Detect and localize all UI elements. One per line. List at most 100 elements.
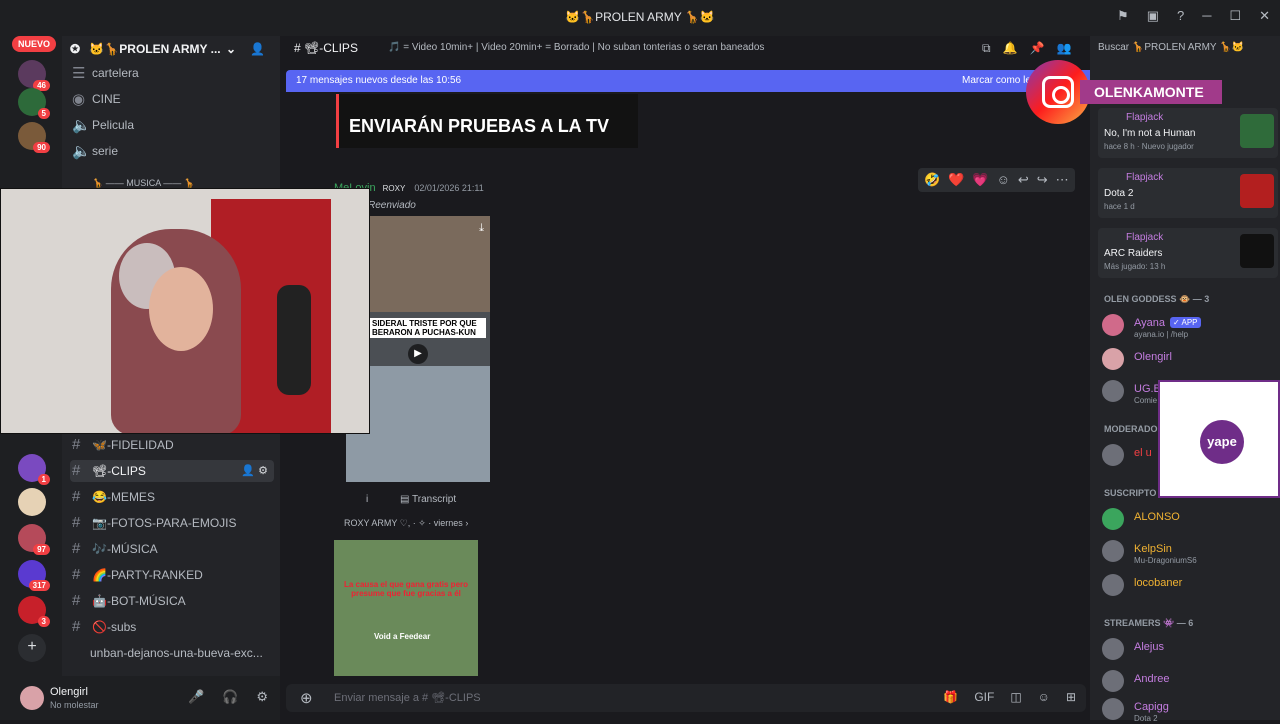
- microphone-icon[interactable]: 🎤: [188, 689, 204, 705]
- embed-thumbnail[interactable]: ENVIARÁN PRUEBAS A LA TV: [336, 94, 638, 148]
- more-icon[interactable]: ⋯: [1056, 172, 1069, 188]
- avatar: [1102, 574, 1124, 596]
- info-icon[interactable]: i: [366, 494, 368, 505]
- headphones-icon[interactable]: 🎧: [222, 689, 238, 705]
- members-icon[interactable]: 👥: [1056, 41, 1071, 56]
- member-item[interactable]: Alejus: [1102, 638, 1276, 664]
- add-server-icon[interactable]: +: [18, 634, 46, 662]
- transcript-button[interactable]: ▤ Transcript: [400, 494, 456, 505]
- flag-icon[interactable]: ⚑: [1117, 8, 1129, 24]
- message-actions: 🤣 ❤️ 💗 ☺ ↩ ↪ ⋯: [918, 168, 1075, 192]
- qr-code: yape: [1158, 380, 1280, 498]
- server-icon-5[interactable]: 97: [18, 524, 50, 555]
- channel-clips[interactable]: # 📽-CLIPS 👤 ⚙: [70, 460, 274, 482]
- search-input[interactable]: Buscar 🦒PROLEN ARMY 🦒🐱: [1098, 42, 1272, 53]
- channel-cine[interactable]: ◉ CINE: [70, 88, 274, 110]
- server-icon-4[interactable]: 1: [18, 454, 50, 485]
- avatar[interactable]: [20, 686, 44, 710]
- channel-subs[interactable]: # 🚫-subs: [70, 616, 274, 638]
- activity-card[interactable]: Flapjack No, I'm not a Human hace 8 h · …: [1098, 108, 1278, 158]
- member-item[interactable]: Ayana ✓ APP ayana.io | /help: [1102, 314, 1276, 340]
- server-icon-3[interactable]: 90: [18, 122, 50, 153]
- member-item[interactable]: KelpSin Mu-DragoniumS6: [1102, 540, 1276, 566]
- new-messages-text: 17 mensajes nuevos desde las 10:56: [296, 75, 462, 86]
- server-icon-7[interactable]: 3: [18, 596, 50, 627]
- hash-icon: #: [72, 566, 81, 583]
- add-user-icon[interactable]: 👤: [250, 42, 265, 56]
- member-list: Buscar 🦒PROLEN ARMY 🦒🐱 Flapjack No, I'm …: [1090, 36, 1280, 723]
- chevron-down-icon[interactable]: ⌄: [226, 42, 236, 56]
- help-icon[interactable]: ?: [1177, 8, 1184, 24]
- new-messages-bar[interactable]: 17 mensajes nuevos desde las 10:56 Marca…: [286, 70, 1098, 92]
- apps-icon[interactable]: ⊞: [1066, 690, 1076, 704]
- channel-label: 🦋-FIDELIDAD: [92, 438, 174, 452]
- channel-memes[interactable]: # 😂-MEMES: [70, 486, 274, 508]
- title-bar: 🐱🦒PROLEN ARMY 🦒🐱 ⚑ ▣ ? ─ ☐ ✕: [0, 0, 1280, 36]
- channel-unban[interactable]: unban-dejanos-una-bueva-exc...: [70, 642, 274, 664]
- reply-icon[interactable]: ↩: [1018, 172, 1029, 188]
- forward-source[interactable]: ROXY ARMY ♡, · ✧ · viernes ›: [344, 518, 468, 529]
- member-item[interactable]: Olengirl: [1102, 348, 1276, 374]
- reaction-pink-heart[interactable]: 💗: [972, 172, 988, 188]
- composer-toolbar: 🎁 GIF ◫ ☺ ⊞: [943, 690, 1076, 704]
- server-icon-2[interactable]: 5: [18, 88, 50, 119]
- server-header[interactable]: ✪ 🐱🦒PROLEN ARMY ... ⌄ 👤: [62, 36, 280, 62]
- gear-icon[interactable]: ⚙: [256, 689, 268, 705]
- threads-icon[interactable]: ⧉: [982, 41, 991, 56]
- header-toolbar: ⧉ 🔔 📌 👥: [982, 41, 1071, 56]
- video-caption: SIDERAL TRISTE POR QUE BERARON A PUCHAS-…: [370, 318, 486, 338]
- add-reaction-icon[interactable]: ☺: [997, 172, 1010, 188]
- channel-party-ranked[interactable]: # 🌈-PARTY-RANKED: [70, 564, 274, 586]
- channel-topic[interactable]: 🎵 = Video 10min+ | Video 20min+ = Borrad…: [388, 42, 764, 53]
- member-item[interactable]: Andree: [1102, 670, 1276, 696]
- channel-settings-icon[interactable]: 👤 ⚙: [241, 464, 268, 477]
- sticker-icon[interactable]: ◫: [1010, 690, 1021, 704]
- member-item[interactable]: ALONSO: [1102, 508, 1276, 534]
- server-icon-1[interactable]: 46: [18, 60, 50, 91]
- server-icon-olengirl[interactable]: [18, 488, 46, 516]
- channel-serie[interactable]: 🔈 serie: [70, 140, 274, 162]
- download-icon[interactable]: ⤓: [479, 222, 484, 235]
- reaction-laugh[interactable]: 🤣: [924, 172, 940, 188]
- bell-icon[interactable]: 🔔: [1003, 41, 1018, 56]
- gift-icon[interactable]: 🎁: [943, 690, 958, 704]
- activity-game: No, I'm not a Human: [1104, 128, 1196, 139]
- activity-card[interactable]: Flapjack Dota 2 hace 1 d: [1098, 168, 1278, 218]
- inbox-icon[interactable]: ▣: [1147, 8, 1159, 24]
- emoji-icon[interactable]: ☺: [1038, 690, 1050, 704]
- forward-icon[interactable]: ↪: [1037, 172, 1048, 188]
- server-icon-6[interactable]: 317: [18, 560, 50, 591]
- pin-icon[interactable]: 📌: [1030, 41, 1045, 56]
- transcript-label: Transcript: [412, 494, 457, 505]
- author-tag: ROXY: [382, 184, 406, 193]
- maximize-icon[interactable]: ☐: [1229, 8, 1241, 24]
- reaction-heart[interactable]: ❤️: [948, 172, 964, 188]
- close-icon[interactable]: ✕: [1259, 8, 1270, 24]
- add-attachment-icon[interactable]: ⊕: [300, 689, 313, 707]
- group-header: SUSCRIPTO: [1104, 488, 1157, 498]
- member-item[interactable]: Capigg Dota 2: [1102, 698, 1276, 724]
- play-icon[interactable]: ▶: [408, 344, 428, 364]
- member-status: Comie: [1134, 396, 1158, 405]
- channel-cartelera[interactable]: ☰ cartelera: [70, 62, 274, 84]
- channel-pelicula[interactable]: 🔈 Pelicula: [70, 114, 274, 136]
- hash-icon: #: [72, 488, 81, 505]
- channel-musica[interactable]: # 🎶-MÚSICA: [70, 538, 274, 560]
- chat-area: # 📽-CLIPS 🎵 = Video 10min+ | Video 20min…: [280, 36, 1098, 720]
- discord-icon: [1102, 508, 1124, 530]
- server-name: 🐱🦒PROLEN ARMY ...: [89, 42, 221, 56]
- channel-bot-musica[interactable]: # 🤖-BOT-MÚSICA: [70, 590, 274, 612]
- activity-card[interactable]: Flapjack ARC Raiders Más jugado: 13 h: [1098, 228, 1278, 278]
- channel-fidelidad[interactable]: # 🦋-FIDELIDAD: [70, 434, 274, 456]
- arc-raiders-icon: [1240, 234, 1274, 268]
- channel-label: unban-dejanos-una-bueva-exc...: [90, 646, 263, 660]
- channel-fotos[interactable]: # 📷-FOTOS-PARA-EMOJIS: [70, 512, 274, 534]
- activity-game: ARC Raiders: [1104, 248, 1163, 259]
- video-attachment-2[interactable]: La causa el que gana gratis pero presume…: [334, 540, 478, 676]
- instagram-handle: OLENKAMONTE: [1080, 80, 1222, 104]
- speaker-icon: 🔈: [72, 117, 91, 134]
- member-item[interactable]: locobaner: [1102, 574, 1276, 600]
- message-composer[interactable]: ⊕ Enviar mensaje a # 📽-CLIPS 🎁 GIF ◫ ☺ ⊞: [286, 684, 1086, 712]
- gif-icon[interactable]: GIF: [974, 690, 994, 704]
- minimize-icon[interactable]: ─: [1202, 8, 1211, 24]
